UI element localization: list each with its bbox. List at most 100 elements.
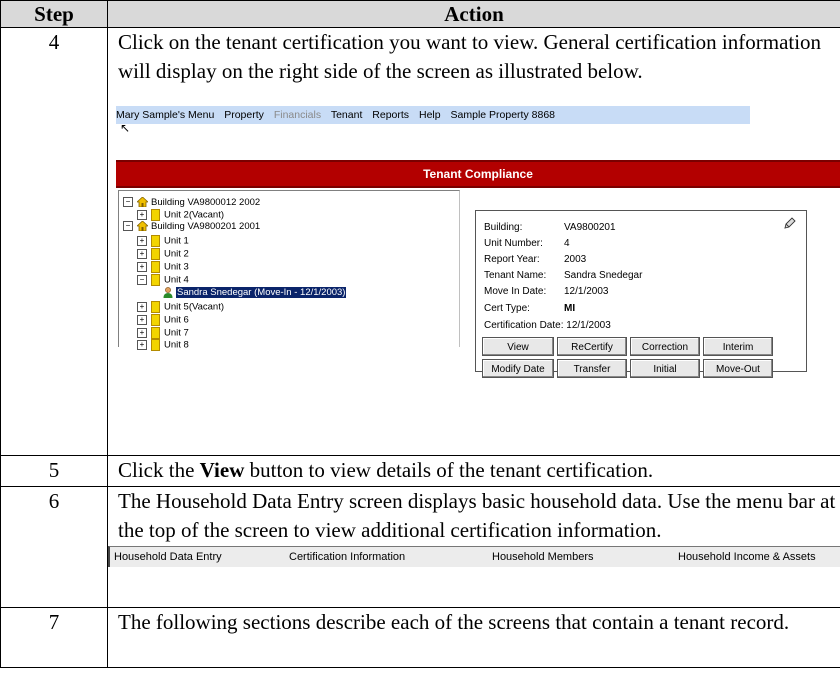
collapse-icon[interactable]: −: [137, 275, 147, 285]
step-number: 6: [0, 486, 108, 608]
step-action: The Household Data Entry screen displays…: [107, 486, 840, 608]
header-step: Step: [0, 0, 108, 28]
tenant-compliance-screenshot: Mary Sample's Menu Property Financials T…: [108, 86, 840, 378]
info-movein: Move In Date: 12/1/2003: [484, 286, 609, 297]
step-row-4: 4 Click on the tenant certification you …: [0, 27, 840, 456]
step-text: Click on the tenant certification you wa…: [118, 30, 822, 83]
unit-icon: [151, 339, 160, 351]
menu-item-property-name[interactable]: Sample Property 8868: [451, 109, 555, 121]
tree-unit[interactable]: + Unit 3: [137, 261, 189, 273]
menu-certification-information[interactable]: Certification Information: [289, 547, 405, 567]
tree-building-1[interactable]: − Building VA9800012 2002: [123, 197, 260, 209]
tree-label: Sandra Snedegar (Move-In - 12/1/2003): [176, 287, 347, 299]
tree-label: Unit 5(Vacant): [164, 301, 225, 313]
recertify-button[interactable]: ReCertify: [557, 337, 627, 356]
step-number: 5: [0, 455, 108, 487]
tree-label: Unit 8: [164, 339, 189, 351]
tree-label: Unit 1: [164, 235, 189, 247]
menu-household-data-entry[interactable]: Household Data Entry: [114, 547, 222, 567]
tree-unit[interactable]: + Unit 2: [137, 248, 189, 260]
header-action: Action: [107, 0, 840, 28]
certification-info-panel: Building: VA9800201 Unit Number: 4 Report …: [475, 210, 807, 378]
edit-icon[interactable]: [784, 217, 796, 229]
mouse-cursor-icon: ↖: [120, 121, 131, 135]
unit-icon: [151, 327, 160, 339]
interim-button[interactable]: Interim: [703, 337, 773, 356]
expand-icon[interactable]: +: [137, 249, 147, 259]
menu-item-my-menu[interactable]: Mary Sample's Menu: [116, 109, 214, 121]
tree-label: Unit 2(Vacant): [164, 209, 225, 221]
unit-icon: [151, 274, 160, 286]
unit-icon: [151, 261, 160, 273]
initial-button[interactable]: Initial: [630, 359, 700, 378]
info-building: Building: VA9800201: [484, 222, 616, 233]
view-button[interactable]: View: [482, 337, 554, 356]
menu-household-income-assets[interactable]: Household Income & Assets: [678, 547, 816, 567]
household-menu-bar: Household Data Entry Certification Infor…: [108, 546, 840, 567]
menu-item-property[interactable]: Property: [224, 109, 264, 121]
action-buttons-row-1: View ReCertify Correction Interim: [482, 337, 776, 356]
tree-label: Unit 7: [164, 327, 189, 339]
unit-icon: [151, 209, 160, 221]
unit-tree-panel: − Building VA9800012 2002 + Unit 2(Vacant)…: [118, 190, 460, 351]
tree-unit[interactable]: + Unit 7: [137, 327, 189, 339]
transfer-button[interactable]: Transfer: [557, 359, 627, 378]
tree-unit[interactable]: + Unit 2(Vacant): [137, 209, 224, 221]
person-icon: [163, 287, 173, 298]
expand-icon[interactable]: +: [137, 210, 147, 220]
info-tenant: Tenant Name: Sandra Snedegar: [484, 270, 643, 281]
tree-label: Unit 2: [164, 248, 189, 260]
tree-label: Building VA9800012 2002: [151, 197, 261, 208]
unit-icon: [151, 301, 160, 313]
tree-unit[interactable]: + Unit 1: [137, 235, 189, 247]
table-header-row: Step Action: [0, 0, 840, 28]
step-row-6: 6 The Household Data Entry screen displa…: [0, 486, 840, 608]
tree-label: Building VA9800201 2001: [151, 221, 261, 232]
tenant-compliance-title: Tenant Compliance: [116, 160, 840, 188]
step-row-5: 5 Click the View button to view details …: [0, 455, 840, 487]
action-buttons-row-2: Modify Date Transfer Initial Move-Out: [482, 359, 776, 378]
step-action: The following sections describe each of …: [107, 607, 840, 668]
expand-icon[interactable]: +: [137, 302, 147, 312]
step-action: Click on the tenant certification you wa…: [107, 27, 840, 456]
building-icon: [137, 221, 148, 232]
expand-icon[interactable]: +: [137, 340, 147, 350]
step-number: 4: [0, 27, 108, 456]
expand-icon[interactable]: +: [137, 262, 147, 272]
menu-item-help[interactable]: Help: [419, 109, 441, 121]
step-row-7: 7 The following sections describe each o…: [0, 607, 840, 668]
expand-icon[interactable]: +: [137, 236, 147, 246]
step-number: 7: [0, 607, 108, 668]
building-icon: [137, 197, 148, 208]
expand-icon[interactable]: +: [137, 315, 147, 325]
top-menu-bar: Mary Sample's Menu Property Financials T…: [116, 106, 750, 124]
step-action: Click the View button to view details of…: [107, 455, 840, 487]
tree-unit[interactable]: + Unit 8: [137, 339, 189, 351]
tree-label: Unit 6: [164, 314, 189, 326]
expand-icon[interactable]: +: [137, 328, 147, 338]
tree-unit[interactable]: + Unit 5(Vacant): [137, 301, 224, 313]
correction-button[interactable]: Correction: [630, 337, 700, 356]
unit-icon: [151, 235, 160, 247]
tree-unit[interactable]: − Unit 4: [137, 274, 189, 286]
move-out-button[interactable]: Move-Out: [703, 359, 773, 378]
tree-building-2[interactable]: − Building VA9800201 2001: [123, 221, 260, 233]
info-year: Report Year: 2003: [484, 254, 587, 265]
tree-tenant-selected[interactable]: Sandra Snedegar (Move-In - 12/1/2003): [163, 287, 347, 299]
info-cert-date: Certification Date: 12/1/2003: [484, 320, 611, 331]
collapse-icon[interactable]: −: [123, 197, 133, 208]
view-emphasis: View: [199, 458, 245, 482]
tree-unit[interactable]: + Unit 6: [137, 314, 189, 326]
info-unit: Unit Number: 4: [484, 238, 570, 249]
menu-item-financials: Financials: [273, 109, 322, 121]
menu-household-members[interactable]: Household Members: [492, 547, 594, 567]
tree-label: Unit 3: [164, 261, 189, 273]
collapse-icon[interactable]: −: [123, 221, 133, 232]
steps-table: Step Action 4 Click on the tenant certif…: [0, 0, 840, 668]
menu-item-reports[interactable]: Reports: [372, 109, 409, 121]
modify-date-button[interactable]: Modify Date: [482, 359, 554, 378]
unit-icon: [151, 314, 160, 326]
unit-icon: [151, 248, 160, 260]
step-text: The Household Data Entry screen displays…: [118, 489, 836, 542]
menu-item-tenant[interactable]: Tenant: [331, 109, 363, 121]
